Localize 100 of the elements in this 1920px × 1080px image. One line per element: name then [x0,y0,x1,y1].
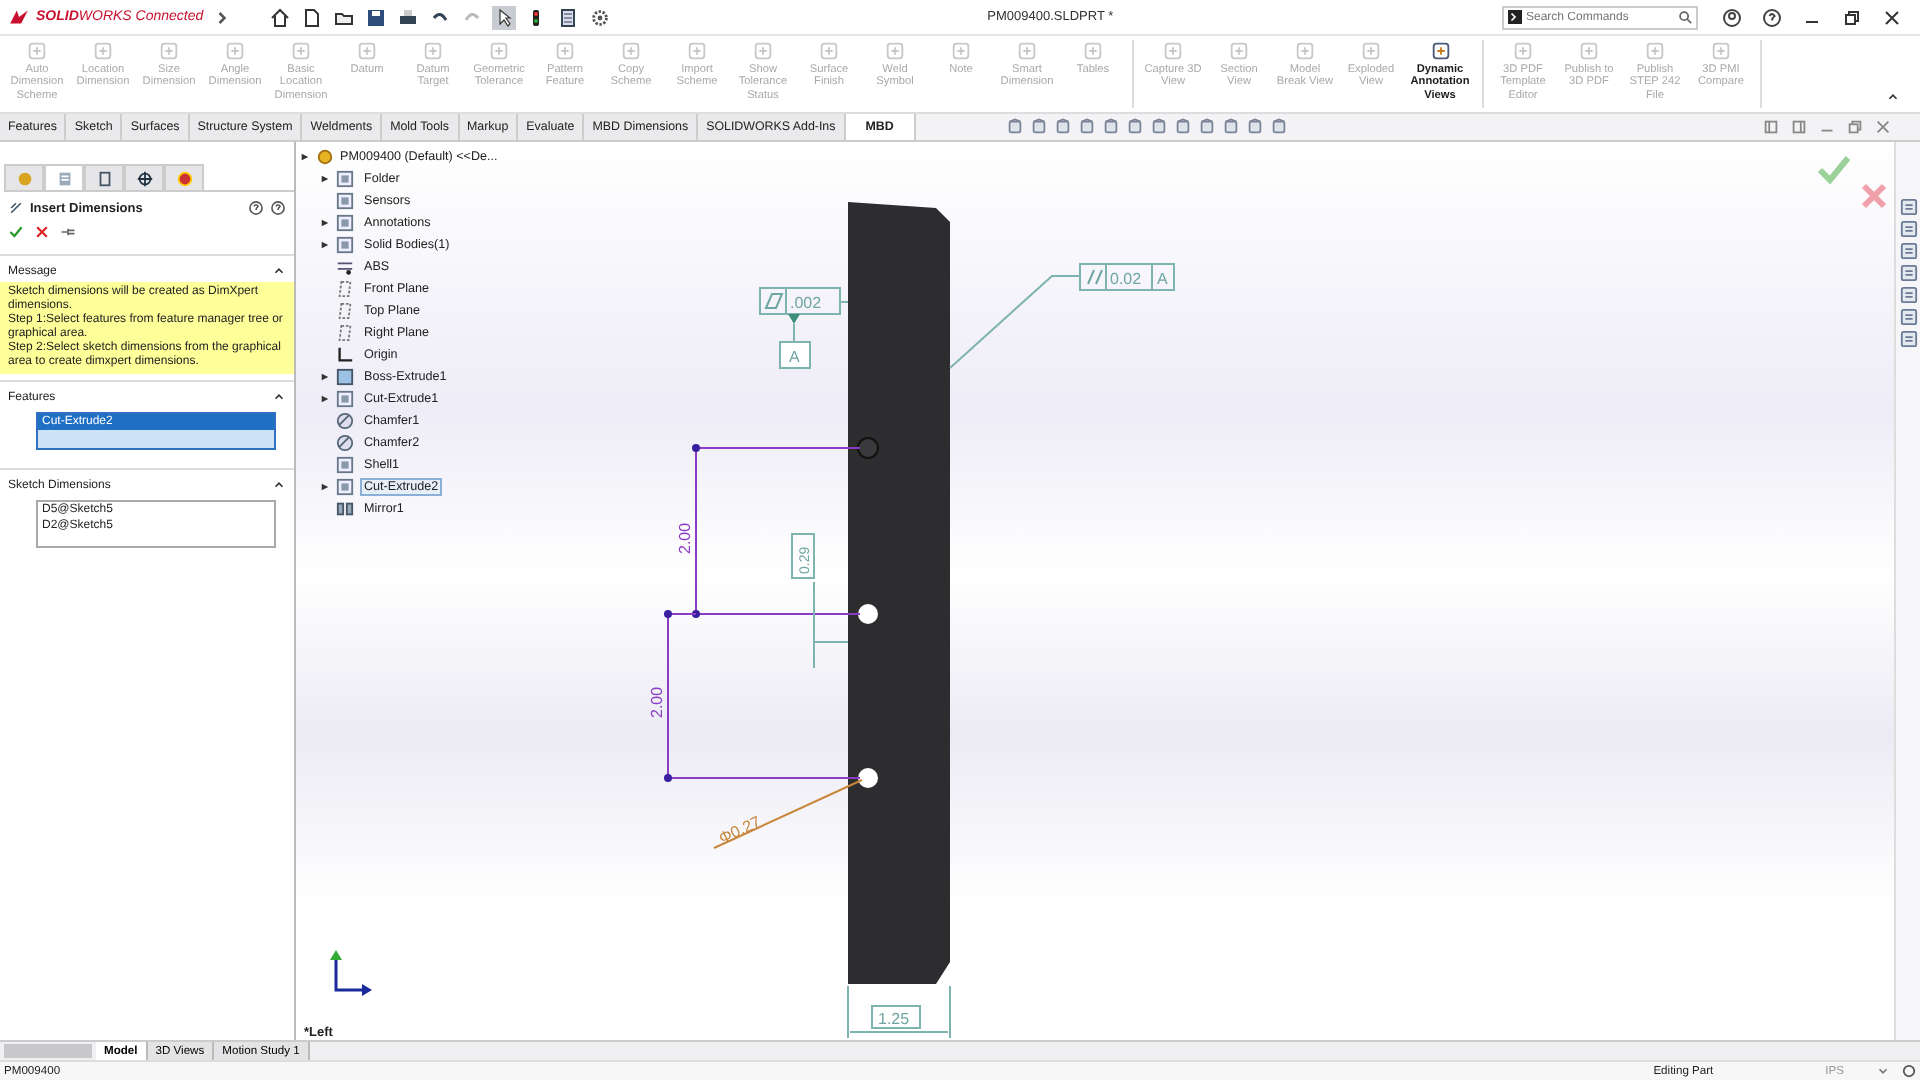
close-icon[interactable] [1880,5,1904,29]
settings-icon[interactable] [587,5,612,29]
origin-icon [336,346,354,364]
task-pane-icon[interactable] [1899,264,1917,282]
view-tool-icon[interactable] [1269,118,1288,136]
panel-tab[interactable] [124,164,164,190]
tool-icon [620,40,642,62]
expand-arrow-icon[interactable] [300,152,310,162]
pin-icon[interactable] [60,224,76,240]
ok-check-icon[interactable] [8,224,24,240]
expand-arrow-icon[interactable] [320,394,330,404]
view-tool-icon[interactable] [1173,118,1192,136]
task-pane-icon[interactable] [1899,242,1917,260]
expand-arrow-icon[interactable] [320,482,330,492]
save-icon[interactable] [363,5,388,29]
tool-icon [1429,40,1451,62]
help-icon[interactable] [1760,5,1784,29]
task-pane-icon[interactable] [1899,198,1917,216]
tool-icon [290,40,312,62]
datum-frame [779,341,811,369]
expand-arrow-icon[interactable] [320,240,330,250]
tool-icon [1016,40,1038,62]
tolerance-value: .002 [790,294,822,312]
view-tool-icon[interactable] [1101,118,1120,136]
panel-tab[interactable] [84,164,124,190]
help-icon[interactable] [248,200,264,216]
flatness-symbol-icon [764,293,784,309]
tool-icon [1162,40,1184,62]
scrollbar[interactable] [4,1044,92,1058]
user-icon[interactable] [1720,5,1744,29]
task-pane-icon[interactable] [1899,286,1917,304]
dimension-line[interactable] [813,581,849,669]
task-pane-icon[interactable] [1899,330,1917,348]
tab-icon [175,169,193,187]
datum-label: A [789,348,800,366]
tool-icon [488,40,510,62]
view-tool-icon[interactable] [1005,118,1024,136]
tab-icon [15,169,33,187]
tool-icon [1228,40,1250,62]
tolerance-frame[interactable] [759,287,841,315]
view-tool-icon[interactable] [1149,118,1168,136]
home-icon[interactable] [267,5,292,29]
collapse-icon[interactable] [1886,90,1900,104]
tool-icon [1644,40,1666,62]
expand-arrow-icon[interactable] [320,372,330,382]
dimension-line[interactable] [692,444,861,618]
tool-icon [752,40,774,62]
dimension-line[interactable] [664,610,861,782]
tab-icon [55,169,73,187]
dimension-value[interactable]: 2.00 [676,522,694,554]
restore-icon[interactable] [1840,5,1864,29]
caret-icon[interactable] [1876,1064,1890,1078]
tool-icon [26,40,48,62]
view-tool-icon[interactable] [1029,118,1048,136]
part-icon [316,148,334,166]
collapse-icon[interactable] [272,390,286,404]
command-prompt-icon [1508,10,1522,24]
tool-icon [1360,40,1382,62]
tool-icon [1578,40,1600,62]
tolerance-frame[interactable] [1079,263,1175,291]
tool-icon [422,40,444,62]
search-icon[interactable] [1678,10,1692,24]
task-pane-icon[interactable] [1899,220,1917,238]
tool-icon [356,40,378,62]
collapse-icon[interactable] [272,478,286,492]
tab-icon [135,169,153,187]
hole [858,768,878,788]
new-document-icon[interactable] [299,5,324,29]
view-tool-icon[interactable] [1245,118,1264,136]
chamfer-icon [336,412,354,430]
help-icon[interactable] [270,200,286,216]
chamfer-icon [336,434,354,452]
dimension-icon [8,200,24,216]
print-icon[interactable] [395,5,420,29]
view-tool-icon[interactable] [1077,118,1096,136]
tolerance-value: 0.02 [1110,270,1142,288]
ok-check-icon[interactable] [1817,156,1851,185]
expand-arrow-icon[interactable] [320,218,330,228]
tile-icon[interactable] [1790,118,1808,136]
tile-icon[interactable] [1762,118,1780,136]
pointer-icon[interactable] [491,5,516,29]
file-properties-icon[interactable] [555,5,580,29]
view-tool-icon[interactable] [1125,118,1144,136]
view-tool-icon[interactable] [1197,118,1216,136]
tab-icon [95,169,113,187]
datum-triangle-icon [788,314,800,324]
expand-arrow-icon[interactable] [320,174,330,184]
collapse-icon[interactable] [272,264,286,278]
parallelism-symbol-icon [1087,269,1103,285]
tool-icon [1512,40,1534,62]
cancel-icon[interactable] [34,224,50,240]
dimension-value[interactable]: 2.00 [648,686,666,718]
tool-icon [158,40,180,62]
tool-icon [686,40,708,62]
task-pane-icon[interactable] [1899,308,1917,326]
view-tool-icon[interactable] [1221,118,1240,136]
axis-triad-icon [330,950,372,996]
view-tool-icon[interactable] [1053,118,1072,136]
tool-icon [92,40,114,62]
extrude-icon [336,368,354,386]
